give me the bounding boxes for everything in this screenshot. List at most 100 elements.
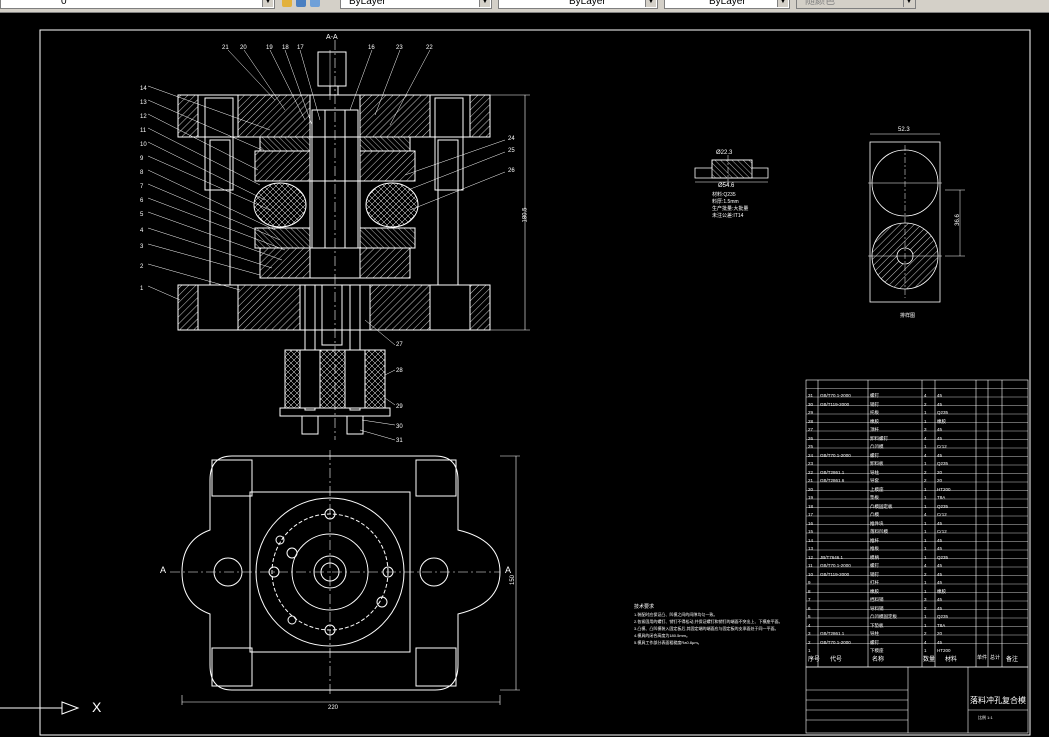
dim-strip-width: 52.3	[898, 127, 910, 133]
bom-cell-mat: Q235	[937, 614, 949, 619]
drawing-canvas[interactable]: A-A 21 20 19 18 17 16 23 22 14 13 12 11 10 9 8…	[0, 12, 1049, 737]
bom-cell-qty: 1	[924, 418, 927, 424]
bom-cell-no: 3	[808, 631, 811, 636]
part-note: 生产批量:大批量	[712, 206, 749, 212]
bom-cell-no: 2	[808, 639, 811, 645]
bom-header-unit: 单件	[977, 655, 988, 661]
chevron-down-icon[interactable]: ▼	[479, 0, 490, 7]
bom-cell-name: 凸凹模固定板	[870, 614, 897, 619]
bom-cell-qty: 1	[924, 580, 927, 585]
plan-label-right: A	[505, 565, 512, 575]
bom-header-code: 代号	[830, 657, 843, 663]
bom-header-total: 总计	[990, 655, 1001, 661]
tech-item: 1.装配时应保证凸、凹模之间的间隙均匀一致。	[634, 612, 718, 617]
callout-24: 24	[508, 136, 515, 142]
bom-cell-name: 螺钉	[870, 452, 879, 458]
bom-cell-name: 导柱	[870, 631, 879, 636]
bom-cell-no: 6	[808, 605, 811, 611]
bom-cell-mat: T8A	[937, 495, 946, 500]
bom-cell-mat: 45	[937, 546, 943, 551]
bom-cell-qty: 1	[924, 614, 927, 619]
bom-cell-mat: Cr12	[937, 512, 947, 517]
die-shank	[317, 51, 347, 87]
part-note: 未注公差:IT14	[712, 213, 744, 219]
layer-match-icon[interactable]	[310, 0, 320, 7]
linetype-combo-value: ByLayer	[569, 0, 606, 7]
bom-cell-mat: 45	[937, 393, 943, 398]
layer-combo[interactable]: 0 ▼	[0, 0, 275, 9]
callout-left: 14	[140, 86, 147, 92]
bom-cell-name: 落料凹模	[870, 529, 888, 534]
bom-cell-no: 22	[808, 469, 814, 475]
drawing-svg	[0, 29, 1031, 736]
bom-cell-code: GB/T70.1-2000	[820, 393, 851, 398]
bom-cell-name: 橡胶	[870, 418, 879, 424]
color-combo[interactable]: ByLayer ▼	[340, 0, 492, 9]
callout-29: 29	[396, 404, 403, 410]
bom-cell-name: 凸模固定板	[870, 503, 893, 509]
bom-cell-name: 上模座	[870, 486, 884, 492]
tech-item: 5.模具工作部分表面粗糙度Ra0.8μm。	[634, 640, 702, 645]
bom-cell-mat: Q235	[937, 410, 949, 415]
bom-cell-mat: 20	[937, 469, 943, 475]
callout-left: 12	[140, 114, 147, 120]
bom-cell-mat: Q235	[937, 503, 949, 509]
bom-cell-qty: 1	[924, 486, 927, 492]
part-drawing	[694, 155, 769, 185]
bom-cell-code: GB/T70.1-2000	[820, 639, 851, 645]
bom-cell-no: 23	[808, 461, 814, 466]
bom-cell-no: 24	[808, 452, 814, 458]
bom-cell-no: 5	[808, 614, 811, 619]
callout-31: 31	[396, 438, 403, 444]
bom-cell-mat: 橡胶	[937, 418, 946, 424]
bom-cell-qty: 2	[924, 478, 927, 483]
bom-cell-no: 27	[808, 427, 814, 432]
linetype-combo[interactable]: ByLayer ▼	[498, 0, 658, 9]
drawing-title: 落料冲孔复合模	[970, 696, 1026, 705]
section-label: A-A	[326, 34, 338, 41]
ucs-x-label: X	[92, 699, 102, 715]
bom-cell-mat: 45	[937, 639, 943, 645]
bom-cell-name: 推杆	[870, 537, 879, 543]
bom-cell-qty: 4	[924, 512, 927, 517]
bom-cell-qty: 1	[924, 410, 927, 415]
callout-22: 22	[426, 45, 433, 51]
bom-cell-no: 20	[808, 486, 814, 492]
bom-cell-mat: 20	[937, 631, 943, 636]
bom-cell-code: GB/T2861.1	[820, 469, 845, 475]
bom-cell-name: 挡料销	[870, 597, 884, 602]
bom-cell-mat: 45	[937, 520, 943, 526]
bom-cell-no: 7	[808, 597, 811, 602]
bom-cell-mat: 45	[937, 580, 943, 585]
callout-18: 18	[282, 45, 289, 51]
bom-header-qty: 数量	[923, 657, 936, 663]
bom-cell-qty: 1	[924, 588, 927, 594]
chevron-down-icon[interactable]: ▼	[645, 0, 656, 7]
layer-previous-icon[interactable]	[296, 0, 306, 7]
bom-cell-code: GB/T2861.1	[820, 631, 845, 636]
bom-cell-no: 15	[808, 529, 814, 534]
strip-layout	[868, 133, 965, 303]
layer-state-icon[interactable]	[282, 0, 292, 7]
dim-plan-width: 220	[328, 705, 339, 711]
callout-left: 8	[140, 170, 144, 176]
bom-cell-qty: 4	[924, 563, 927, 568]
bom-cell-qty: 2	[924, 605, 927, 611]
chevron-down-icon[interactable]: ▼	[262, 0, 273, 7]
part-note: 料厚:1.5mm	[712, 199, 739, 205]
bom-cell-no: 13	[808, 546, 814, 551]
chevron-down-icon[interactable]: ▼	[777, 0, 788, 7]
bom-cell-mat: 45	[937, 452, 943, 458]
plan-view	[170, 450, 520, 705]
callout-left: 3	[140, 244, 144, 250]
bom-cell-mat: 45	[937, 435, 943, 441]
bom-cell-mat: Cr12	[937, 444, 947, 449]
plotstyle-combo[interactable]: 随颜色 ▼	[796, 0, 916, 9]
part-note: 材料:Q235	[712, 192, 736, 198]
bom-cell-name: 托板	[870, 410, 879, 415]
lineweight-combo[interactable]: ByLayer ▼	[664, 0, 790, 9]
chevron-down-icon[interactable]: ▼	[903, 0, 914, 7]
bom-cell-qty: 1	[924, 554, 927, 560]
bom-cell-no: 17	[808, 512, 814, 517]
bom-cell-qty: 2	[924, 469, 927, 475]
